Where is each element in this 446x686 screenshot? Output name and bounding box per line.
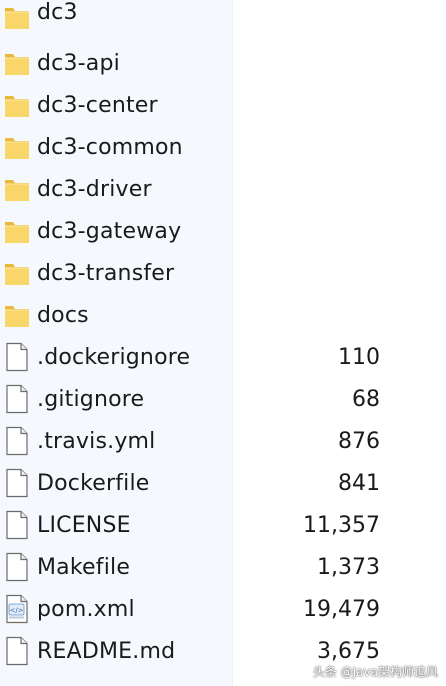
file-size: 1,373 [317,554,380,580]
file-size: 68 [352,386,380,412]
folder-icon [4,174,30,204]
file-icon [4,426,30,456]
file-name: Makefile [37,554,131,580]
file-icon [4,552,30,582]
file-row-dc3-api[interactable]: dc3-api [0,42,446,84]
file-row-license[interactable]: LICENSE 11,357 [0,504,446,546]
file-name: dc3-driver [37,176,152,202]
folder-icon [4,90,30,120]
file-icon [4,510,30,540]
file-name: dc3 [37,0,78,25]
folder-icon [4,216,30,246]
folder-icon [4,300,30,330]
file-size: 876 [338,428,380,454]
file-size: 11,357 [303,512,380,538]
file-name: pom.xml [37,596,135,622]
file-row-pom-xml[interactable]: </> pom.xml 19,479 [0,588,446,630]
watermark: 头条 @Java架构师追风 [312,665,438,679]
file-name: .travis.yml [37,428,156,454]
file-icon [4,468,30,498]
file-icon [4,636,30,666]
file-name: dc3-gateway [37,218,182,244]
file-row-dockerignore[interactable]: .dockerignore 110 [0,336,446,378]
folder-icon [4,258,30,288]
folder-icon [4,48,30,78]
folder-icon [4,132,30,162]
file-size: 841 [338,470,380,496]
file-size: 3,675 [317,638,380,664]
file-size: 19,479 [303,596,380,622]
file-name: .gitignore [37,386,145,412]
file-size: 110 [338,344,380,370]
file-row-dc3[interactable]: dc3 [0,0,446,42]
file-row-dc3-center[interactable]: dc3-center [0,84,446,126]
file-row-dc3-gateway[interactable]: dc3-gateway [0,210,446,252]
file-row-docs[interactable]: docs [0,294,446,336]
file-row-gitignore[interactable]: .gitignore 68 [0,378,446,420]
file-name: LICENSE [37,512,131,538]
file-row-dockerfile[interactable]: Dockerfile 841 [0,462,446,504]
file-icon [4,384,30,414]
file-name: README.md [37,638,176,664]
file-row-dc3-transfer[interactable]: dc3-transfer [0,252,446,294]
file-name: dc3-transfer [37,260,175,286]
file-list: dc3 dc3-api dc3-center dc3-common dc3-dr… [0,0,446,672]
file-row-makefile[interactable]: Makefile 1,373 [0,546,446,588]
file-explorer-pane: dc3 dc3-api dc3-center dc3-common dc3-dr… [0,0,446,686]
file-name: dc3-center [37,92,158,118]
file-row-dc3-common[interactable]: dc3-common [0,126,446,168]
file-name: .dockerignore [37,344,191,370]
svg-text:</>: </> [9,607,23,615]
folder-icon [4,2,30,32]
file-row-travis-yml[interactable]: .travis.yml 876 [0,420,446,462]
file-name: dc3-common [37,134,183,160]
file-name: docs [37,302,89,328]
file-icon [4,342,30,372]
xml-file-icon: </> [4,594,30,624]
file-name: Dockerfile [37,470,150,496]
file-name: dc3-api [37,50,120,76]
file-row-dc3-driver[interactable]: dc3-driver [0,168,446,210]
